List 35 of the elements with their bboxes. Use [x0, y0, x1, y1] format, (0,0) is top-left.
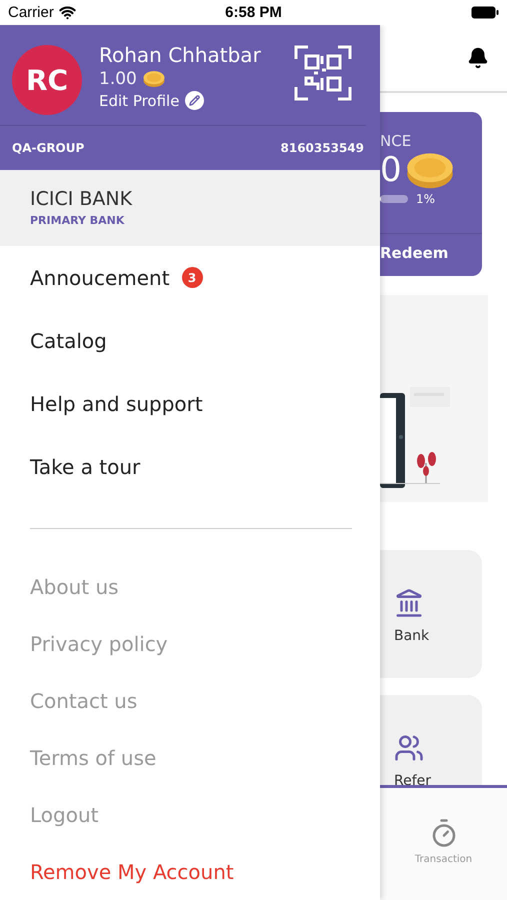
count-badge: 3	[182, 267, 203, 288]
edit-profile-link[interactable]: Edit Profile	[99, 92, 180, 110]
user-name: Rohan Chhatbar	[99, 43, 262, 67]
bank-name: ICICI BANK	[30, 188, 134, 210]
menu-item[interactable]: Help and support	[0, 372, 380, 435]
remove-account-link[interactable]: Remove My Account	[0, 843, 380, 900]
pencil-icon[interactable]	[185, 91, 204, 110]
shortcut-tile[interactable]: Bank	[380, 550, 482, 678]
balance-amount: 0	[380, 150, 402, 190]
balance-title: NCE	[380, 132, 412, 150]
battery-icon	[471, 6, 499, 19]
menu-item[interactable]: Annoucement	[30, 266, 170, 290]
bank-caption: PRIMARY BANK	[30, 214, 126, 228]
bank-panel[interactable]: ICICI BANK PRIMARY BANK	[0, 170, 380, 246]
redeem-link[interactable]: Redeem	[380, 233, 482, 272]
tile-label: Refer	[394, 773, 432, 785]
avatar: RC	[12, 45, 82, 115]
menu-item[interactable]: Take a tour	[0, 435, 380, 498]
people-icon	[394, 733, 424, 763]
bank-icon	[394, 588, 424, 618]
coin-icon	[406, 150, 454, 190]
bell-icon[interactable]	[467, 47, 489, 69]
shortcut-tile[interactable]: Refer	[380, 695, 482, 785]
carrier-label: Carrier	[8, 4, 54, 21]
wifi-icon	[58, 4, 76, 21]
qr-code-icon[interactable]	[294, 45, 352, 101]
phone-number: 8160353549	[280, 140, 364, 155]
status-time: 6:58 PM	[225, 4, 282, 21]
points-balance: 1.00	[99, 69, 137, 89]
progress-percent: 1%	[416, 192, 436, 206]
tile-label: Bank	[394, 628, 430, 644]
group-label: QA-GROUP	[12, 140, 84, 155]
menu-item[interactable]: Catalog	[0, 309, 380, 372]
coin-icon	[142, 70, 165, 88]
progress-bar	[380, 195, 408, 203]
